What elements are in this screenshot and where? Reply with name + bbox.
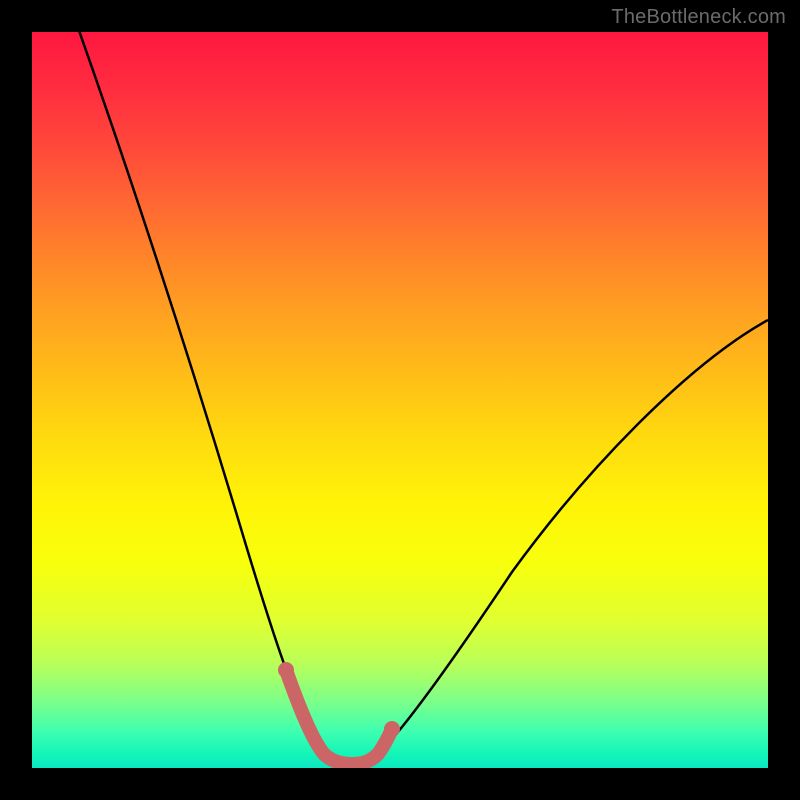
curve-layer [32, 32, 768, 768]
watermark-text: TheBottleneck.com [611, 6, 786, 29]
plot-area [32, 32, 768, 768]
highlight-segment [286, 670, 392, 764]
chart-frame: TheBottleneck.com [0, 0, 800, 800]
highlight-end-right [384, 721, 400, 737]
bottleneck-curve [76, 32, 768, 763]
highlight-end-left [278, 662, 294, 678]
